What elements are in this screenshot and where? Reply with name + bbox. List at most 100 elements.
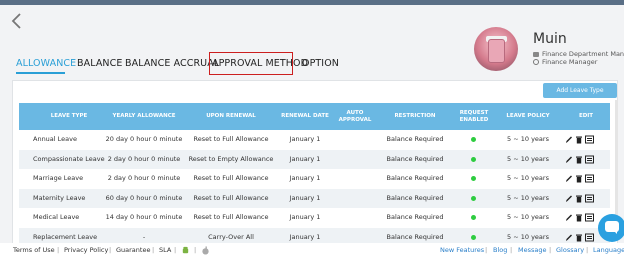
cell-restriction: Balance Required — [386, 154, 444, 163]
col-upon-renewal[interactable]: UPON RENEWAL — [187, 103, 275, 130]
cell-leave-policy: 5 ~ 10 years — [507, 193, 549, 202]
trash-icon[interactable] — [575, 155, 583, 164]
pencil-icon[interactable] — [565, 233, 573, 242]
trash-icon[interactable] — [575, 194, 583, 203]
trash-icon[interactable] — [575, 174, 583, 183]
pencil-icon[interactable] — [565, 155, 573, 164]
user-name: Muin — [533, 31, 567, 47]
chat-icon[interactable] — [598, 214, 624, 242]
top-bar — [0, 0, 624, 5]
table-header: LEAVE TYPE YEARLY ALLOWANCE UPON RENEWAL… — [19, 103, 610, 130]
col-restriction[interactable]: RESTRICTION — [375, 103, 455, 130]
cell-renewal-date: January 1 — [289, 174, 321, 182]
footer-separator: | — [194, 246, 197, 254]
table-row[interactable]: Maternity Leave 60 day 0 hour 0 minute Res… — [19, 188, 610, 208]
chat-bubble-tail — [613, 230, 617, 234]
enabled-status-dot — [471, 156, 476, 162]
footer-link-terms[interactable]: Terms of Use — [13, 246, 55, 254]
cell-leave-type: Compassionate Leave — [33, 154, 105, 163]
cell-upon-renewal: Reset to Full Allowance — [193, 193, 269, 202]
tab-option[interactable]: OPTION — [302, 58, 339, 69]
list-icon[interactable] — [585, 174, 594, 183]
table-row[interactable]: Compassionate Leave 2 day 0 hour 0 minute… — [19, 149, 610, 169]
cell-upon-renewal: Reset to Full Allowance — [193, 135, 269, 143]
footer-separator: | — [549, 246, 552, 254]
pencil-icon[interactable] — [565, 174, 573, 183]
building-icon — [533, 51, 539, 57]
avatar[interactable] — [474, 27, 518, 71]
cell-restriction: Balance Required — [386, 193, 444, 202]
cell-leave-type: Maternity Leave — [33, 193, 86, 202]
cell-restriction: Balance Required — [386, 213, 444, 221]
android-icon[interactable] — [181, 246, 190, 255]
cell-auto-approval — [335, 208, 375, 227]
footer-link-privacy[interactable]: Privacy Policy — [64, 246, 108, 254]
list-icon[interactable] — [585, 155, 594, 164]
cell-auto-approval — [335, 169, 375, 188]
add-leave-type-button[interactable]: Add Leave Type — [543, 83, 617, 98]
person-icon — [533, 59, 539, 65]
tab-allowance[interactable]: ALLOWANCE — [16, 58, 76, 69]
footer-link-glossary[interactable]: Glossary — [556, 246, 584, 254]
cell-auto-approval — [335, 130, 375, 149]
avatar-cup-shape — [488, 39, 505, 63]
footer-link-blog[interactable]: Blog — [493, 246, 507, 254]
cell-restriction: Balance Required — [386, 135, 444, 143]
cell-yearly-allowance: 14 day 0 hour 0 minute — [105, 213, 183, 221]
user-department-label: Finance Department Manager — [542, 50, 624, 58]
cell-upon-renewal: Reset to Full Allowance — [193, 213, 269, 221]
cell-leave-policy: 5 ~ 10 years — [507, 154, 549, 163]
cell-upon-renewal: Reset to Full Allowance — [193, 174, 269, 182]
cell-auto-approval — [335, 150, 375, 169]
table-row[interactable]: Marriage Leave 2 day 0 hour 0 minute Reset… — [19, 169, 610, 188]
col-auto-approval[interactable]: AUTO APPROVAL — [335, 103, 375, 130]
cell-auto-approval — [335, 189, 375, 208]
list-icon[interactable] — [585, 194, 594, 203]
footer-separator: | — [57, 246, 60, 254]
cell-leave-policy: 5 ~ 10 years — [507, 135, 549, 143]
trash-icon[interactable] — [575, 135, 583, 144]
footer-link-new-features[interactable]: New Features — [440, 246, 484, 254]
apple-icon[interactable] — [201, 246, 210, 255]
cell-leave-policy: 5 ~ 10 years — [507, 174, 549, 182]
col-renewal-date[interactable]: RENEWAL DATE — [275, 103, 335, 130]
active-tab-indicator — [16, 72, 65, 74]
cell-yearly-allowance: 60 day 0 hour 0 minute — [105, 193, 183, 202]
footer-link-language[interactable]: Language — [593, 246, 624, 254]
row-actions — [565, 155, 594, 164]
row-actions — [565, 233, 594, 242]
row-actions — [565, 135, 594, 144]
pencil-icon[interactable] — [565, 135, 573, 144]
trash-icon[interactable] — [575, 233, 583, 242]
user-role: Finance Manager — [533, 58, 597, 66]
col-edit: EDIT — [578, 113, 594, 119]
list-icon[interactable] — [585, 213, 594, 222]
col-leave-policy[interactable]: LEAVE POLICY — [493, 103, 563, 130]
footer-link-sla[interactable]: SLA — [159, 246, 171, 254]
table-row[interactable]: Annual Leave 20 day 0 hour 0 minute Reset … — [19, 130, 610, 149]
footer: Terms of Use | Privacy Policy | Guarante… — [0, 243, 624, 259]
table-row[interactable]: Medical Leave 14 day 0 hour 0 minute Reset… — [19, 208, 610, 227]
cell-renewal-date: January 1 — [289, 154, 321, 163]
cell-leave-type: Annual Leave — [33, 135, 77, 143]
highlight-box — [209, 52, 293, 75]
cell-upon-renewal: Reset to Empty Allowance — [188, 154, 274, 163]
tab-balance[interactable]: BALANCE — [77, 58, 122, 69]
footer-separator: | — [152, 246, 155, 254]
cell-restriction: Balance Required — [386, 174, 444, 182]
col-request-enabled[interactable]: REQUEST ENABLED — [455, 103, 493, 130]
footer-separator: | — [485, 246, 488, 254]
list-icon[interactable] — [585, 233, 594, 242]
tab-balance-accrual[interactable]: BALANCE ACCRUAL — [125, 58, 219, 69]
pencil-icon[interactable] — [565, 194, 573, 203]
row-actions — [565, 194, 594, 203]
footer-separator: | — [510, 246, 513, 254]
user-role-label: Finance Manager — [542, 58, 598, 66]
footer-link-message[interactable]: Message — [518, 246, 547, 254]
back-chevron-icon[interactable] — [9, 12, 25, 30]
pencil-icon[interactable] — [565, 213, 573, 222]
footer-link-guarantee[interactable]: Guarantee — [116, 246, 150, 254]
col-yearly-allowance[interactable]: YEARLY ALLOWANCE — [101, 103, 187, 130]
list-icon[interactable] — [585, 135, 594, 144]
trash-icon[interactable] — [575, 213, 583, 222]
